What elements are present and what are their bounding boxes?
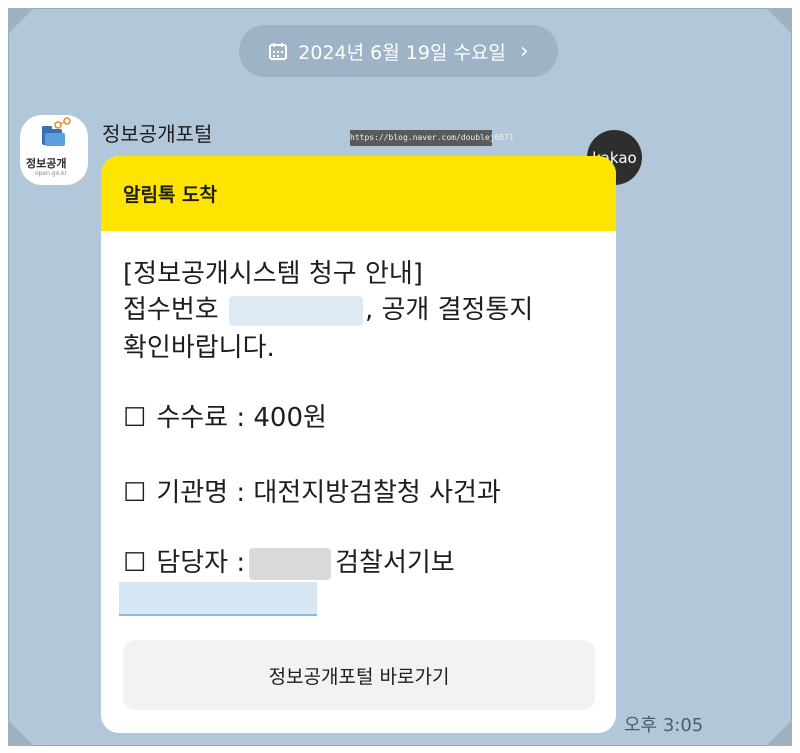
checkbox-icon: ☐ [123, 548, 147, 578]
calendar-icon [269, 43, 288, 60]
avatar-title: 정보공개 [26, 157, 67, 170]
chevron-right-icon: › [519, 38, 529, 64]
open-portal-button[interactable]: 정보공개포털 바로가기 [123, 640, 595, 710]
corner-mark-bottom-right [766, 720, 792, 746]
date-text: 2024년 6월 19일 수요일 [298, 41, 506, 64]
corner-mark-bottom-left [8, 720, 34, 746]
fee-text: 수수료 : 400원 [156, 403, 327, 433]
avatar-url: open.go.kr [35, 170, 68, 177]
decision-notice-text: , 공개 결정통지 [364, 295, 534, 325]
message-line-3: 확인바랍니다. [123, 333, 275, 363]
corner-mark-top-right [766, 8, 792, 34]
receipt-label: 접수번호 [123, 295, 219, 325]
redacted-receipt-number [228, 295, 363, 326]
blog-watermark: https://blog.naver.com/doublej6871 [350, 130, 514, 146]
checkbox-icon: ☐ [123, 478, 147, 508]
fee-row: ☐ 수수료 : 400원 [123, 397, 327, 434]
checkbox-icon: ☐ [123, 403, 147, 433]
alimtalk-card: 알림톡 도착 [정보공개시스템 청구 안내] 접수번호 , 공개 결정통지 확인… [101, 156, 616, 733]
message-line-2: 접수번호 , 공개 결정통지 [123, 289, 533, 326]
redacted-officer-name [249, 547, 332, 580]
redacted-contact [119, 582, 317, 616]
agency-text: 기관명 : 대전지방검찰청 사건과 [156, 478, 501, 508]
sender-avatar[interactable]: 정보공개 open.go.kr [20, 115, 88, 185]
corner-mark-top-left [8, 8, 34, 34]
card-header: 알림톡 도착 [101, 156, 616, 231]
message-time: 오후 3:05 [624, 715, 704, 736]
agency-row: ☐ 기관명 : 대전지방검찰청 사건과 [123, 472, 501, 509]
date-pill[interactable]: 2024년 6월 19일 수요일 › [239, 25, 558, 77]
officer-title: 검찰서기보 [335, 548, 455, 578]
officer-row: ☐ 담당자 : 검찰서기보 [123, 542, 455, 580]
officer-label: 담당자 : [156, 548, 246, 578]
sender-name: 정보공개포털 [102, 122, 213, 146]
folder-network-icon [42, 117, 71, 146]
message-line-1: [정보공개시스템 청구 안내] [123, 259, 423, 289]
